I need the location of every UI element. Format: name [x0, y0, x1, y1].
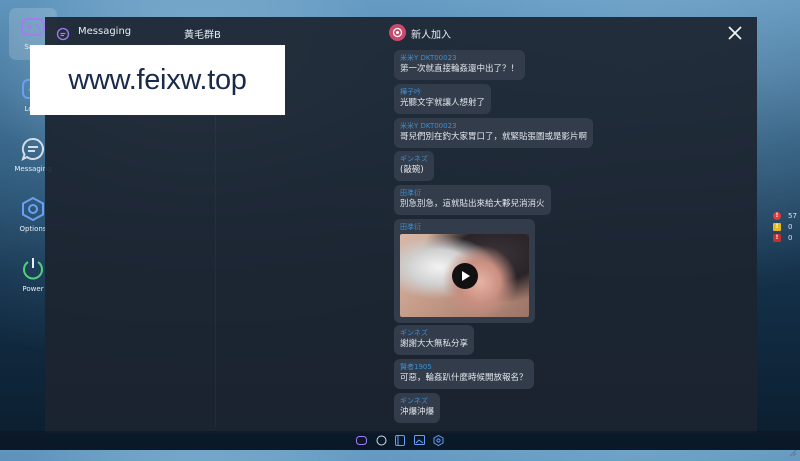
message-bubble: 賢者1905 可惡，輪姦趴什麼時候開放報名？ — [394, 359, 534, 389]
taskbar-message-icon[interactable] — [375, 434, 387, 446]
room-title: 新人加入 — [411, 30, 451, 41]
message-bubble: 米米Y DKT00023 第一次就直接輪姦還中出了？！ — [394, 50, 526, 80]
video-thumbnail[interactable] — [400, 234, 529, 317]
chat-bubble-icon — [56, 26, 70, 41]
status-counters: ! 57 ! 0 ! 0 — [773, 210, 799, 243]
taskbar-gallery-icon[interactable] — [413, 434, 425, 446]
watermark-text: www.feixw.top — [68, 63, 247, 96]
warning-icon: ! — [773, 222, 781, 231]
status-alerts[interactable]: ! 0 — [773, 232, 799, 243]
taskbar-settings-icon[interactable] — [432, 434, 444, 446]
message-text: 沖爆沖爆 — [400, 407, 435, 417]
play-icon — [461, 270, 470, 281]
close-button[interactable] — [725, 23, 745, 43]
sender-name[interactable]: 樺子吟 — [400, 87, 485, 97]
message-bubble: ギンネズ 沖爆沖爆 — [394, 393, 441, 423]
sidebar-item-label: Power — [22, 285, 44, 293]
message-bubble: 樺子吟 光聽文字就讓人想射了 — [394, 84, 492, 114]
message-icon — [20, 136, 46, 162]
room-avatar — [389, 24, 406, 41]
sender-name[interactable]: 賢者1905 — [400, 362, 528, 372]
gamepad-icon — [20, 14, 46, 40]
message-text: 哥兒們別在釣大家胃口了，就緊貼張圖或是影片啊 — [400, 132, 588, 142]
message-text: 光聽文字就讓人想射了 — [400, 98, 486, 108]
sender-name[interactable]: 米米Y DKT00023 — [400, 121, 587, 131]
sidebar-item-label: Options — [19, 225, 47, 233]
power-icon — [20, 256, 46, 282]
taskbar-contacts-icon[interactable] — [394, 434, 406, 446]
status-errors[interactable]: ! 57 — [773, 210, 799, 221]
message-bubble: 米米Y DKT00023 哥兒們別在釣大家胃口了，就緊貼張圖或是影片啊 — [394, 118, 594, 148]
window-title: Messaging — [78, 26, 132, 37]
status-count: 0 — [788, 233, 793, 242]
message-text: 別急別急，這就貼出來給大夥兒消消火 — [400, 199, 545, 209]
alert-icon: ! — [773, 233, 781, 242]
message-text: 第一次就直接輪姦還中出了？！ — [400, 64, 520, 74]
message-bubble: ギンネズ 謝謝大大無私分享 — [394, 325, 475, 355]
sender-name[interactable]: 田凖衍 — [400, 222, 529, 232]
sender-name[interactable]: 田凖衍 — [400, 188, 545, 198]
status-count: 0 — [788, 222, 793, 231]
message-text: (敲碗) — [400, 165, 424, 175]
sender-name[interactable]: ギンネズ — [400, 154, 428, 164]
close-icon — [728, 26, 742, 40]
sender-name[interactable]: ギンネズ — [400, 396, 434, 406]
message-bubble: ギンネズ (敲碗) — [394, 151, 434, 181]
sender-name[interactable]: 米米Y DKT00023 — [400, 53, 519, 63]
message-bubble: 田凖衍 別急別急，這就貼出來給大夥兒消消火 — [394, 185, 551, 215]
error-icon: ! — [773, 211, 781, 220]
sender-name[interactable]: ギンネズ — [400, 328, 468, 338]
message-text: 可惡，輪姦趴什麼時候開放報名？ — [400, 373, 528, 383]
status-warnings[interactable]: ! 0 — [773, 221, 799, 232]
message-text: 謝謝大大無私分享 — [400, 339, 469, 349]
play-button[interactable] — [451, 262, 478, 289]
message-bubble-media: 田凖衍 — [394, 219, 535, 323]
status-count: 57 — [788, 211, 797, 220]
watermark-banner: www.feixw.top — [30, 45, 285, 115]
group-name[interactable]: 黃毛群B — [184, 26, 221, 41]
gear-icon — [20, 196, 46, 222]
taskbar-gamepad-icon[interactable] — [355, 434, 367, 446]
